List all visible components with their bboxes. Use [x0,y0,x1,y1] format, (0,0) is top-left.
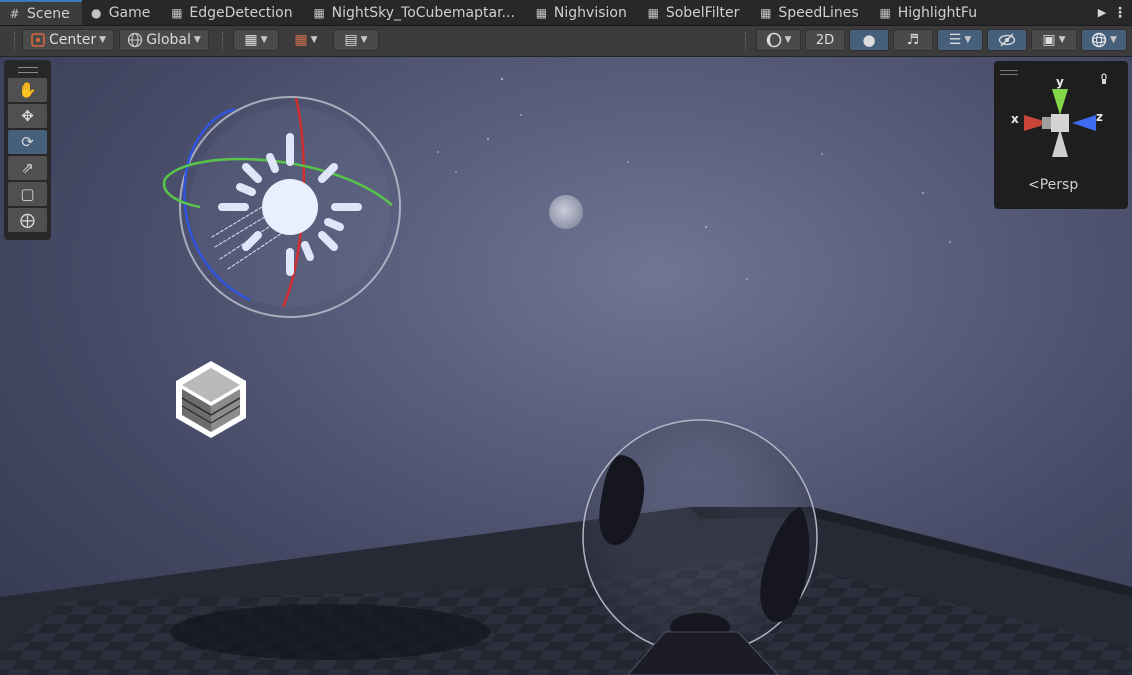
eye-hidden-icon [998,33,1016,47]
increment-snap-button[interactable]: ▦ ▼ [283,29,329,51]
neg-y-axis-cone [1052,129,1068,157]
camera-icon: ▣ [1042,32,1056,48]
grid-snapping-button[interactable]: ▦ ▼ [233,29,279,51]
gamepad-icon: ● [90,5,102,20]
tab-speedlines[interactable]: ▦ SpeedLines [751,0,870,25]
effects-dropdown[interactable]: ☰ ▼ [937,29,983,51]
gizmos-dropdown[interactable]: ▼ [1081,29,1127,51]
globe-icon [128,32,143,48]
tab-scene[interactable]: # Scene [0,0,82,25]
tab-overflow-arrow-icon[interactable]: ▶ [1094,0,1110,25]
grid-snap-icon: ▦ [244,32,258,48]
y-axis-label: y [1056,75,1064,89]
scene-toolbar: Center ▼ Global ▼ ▦ ▼ ▦ ▼ ▤ ▼ ▼ 2D ● ♬ ☰… [0,26,1132,57]
tab-label: SpeedLines [778,4,859,21]
pivot-mode-dropdown[interactable]: Center ▼ [22,29,114,51]
chevron-down-icon: ▼ [310,35,318,45]
draw-mode-dropdown[interactable]: ▼ [756,29,801,51]
overlay-drag-handle[interactable] [18,67,38,73]
scene-tab-bar: # Scene ● Game ▦ EdgeDetection ▦ NightSk… [0,0,1132,26]
pivot-center-icon [31,33,45,47]
scale-icon: ⇗ [21,159,34,177]
ruler-icon: ▤ [344,32,358,48]
shadow [170,604,490,660]
move-tool-button[interactable]: ✥ [8,104,47,128]
snap-increment-icon: ▦ [294,32,308,48]
chevron-down-icon: ▼ [99,35,107,45]
projection-toggle[interactable]: <Persp [1028,177,1078,193]
audio-toggle[interactable]: ♬ [893,29,933,51]
z-axis-label: z [1096,110,1103,124]
y-axis-cone [1052,89,1068,115]
chevron-down-icon: ▼ [964,35,972,45]
moon [549,195,583,229]
gizmo-sphere-icon [1091,32,1107,48]
tab-label: SobelFilter [665,4,740,21]
tab-label: Nighvision [553,4,627,21]
tab-label: Scene [27,5,70,22]
shader-graph-icon: ▦ [647,5,659,20]
scene-render [0,78,1132,675]
tab-label: Game [108,4,151,21]
tab-nightsky[interactable]: ▦ NightSky_ToCubemaptar... [305,0,527,25]
perspective-icon: < [1028,177,1040,193]
scene-viewport[interactable]: ✋ ✥ ⟳ ⇗ ▢ ⨁ x y z <Persp [0,57,1132,675]
tab-sobelfilter[interactable]: ▦ SobelFilter [639,0,752,25]
tab-label: NightSky_ToCubemaptar... [331,4,515,21]
shaded-sphere-icon [766,32,781,48]
space-mode-dropdown[interactable]: Global ▼ [119,29,209,51]
chevron-down-icon: ▼ [360,35,368,45]
tab-game[interactable]: ● Game [82,0,163,25]
toolbar-grip [14,32,17,50]
shader-graph-icon: ▦ [171,5,183,20]
rotate-icon: ⟳ [21,133,34,151]
projection-label: Persp [1039,177,1079,193]
stars [437,78,951,280]
layers-icon: ☰ [948,32,962,48]
tab-highlightfu[interactable]: ▦ HighlightFu [871,0,989,25]
space-mode-label: Global [146,32,191,48]
kebab-menu-icon[interactable]: ⋮ [1112,0,1128,25]
rect-icon: ▢ [20,185,35,203]
volume-cube-icon[interactable] [176,361,246,438]
mode-2d-button[interactable]: 2D [805,29,845,51]
move-icon: ✥ [21,107,34,125]
tab-edgedetection[interactable]: ▦ EdgeDetection [162,0,304,25]
z-axis-cone [1072,115,1096,131]
grid-icon: # [9,6,20,21]
grid-visibility-button[interactable]: ▤ ▼ [333,29,379,51]
shader-graph-icon: ▦ [313,5,325,20]
hand-icon: ✋ [18,81,37,99]
lightbulb-icon: ● [862,31,876,49]
audio-muted-icon: ♬ [906,32,920,48]
rotate-tool-button[interactable]: ⟳ [8,130,47,154]
chevron-down-icon: ▼ [784,35,792,45]
scene-visibility-toggle[interactable] [987,29,1027,51]
chevron-down-icon: ▼ [1110,35,1117,45]
orientation-gizmo[interactable]: x y z <Persp [994,61,1128,209]
chevron-down-icon: ▼ [1058,35,1066,45]
tab-nighvision[interactable]: ▦ Nighvision [527,0,639,25]
transform-icon: ⨁ [20,211,35,229]
tools-overlay: ✋ ✥ ⟳ ⇗ ▢ ⨁ [4,60,51,240]
shader-graph-icon: ▦ [760,5,772,20]
tab-label: HighlightFu [897,4,978,21]
x-axis-label: x [1011,112,1019,126]
transform-tool-button[interactable]: ⨁ [8,208,47,232]
chevron-down-icon: ▼ [193,35,201,45]
shader-graph-icon: ▦ [535,5,548,20]
chevron-down-icon: ▼ [260,35,268,45]
mode-2d-label: 2D [815,32,835,48]
pivot-mode-label: Center [48,32,97,48]
rect-tool-button[interactable]: ▢ [8,182,47,206]
toolbar-grip [222,32,225,50]
shader-graph-icon: ▦ [879,5,891,20]
tab-label: EdgeDetection [189,4,293,21]
hand-tool-button[interactable]: ✋ [8,78,47,102]
scale-tool-button[interactable]: ⇗ [8,156,47,180]
toolbar-grip [745,32,748,50]
camera-settings-dropdown[interactable]: ▣ ▼ [1031,29,1077,51]
lighting-toggle[interactable]: ● [849,29,889,51]
